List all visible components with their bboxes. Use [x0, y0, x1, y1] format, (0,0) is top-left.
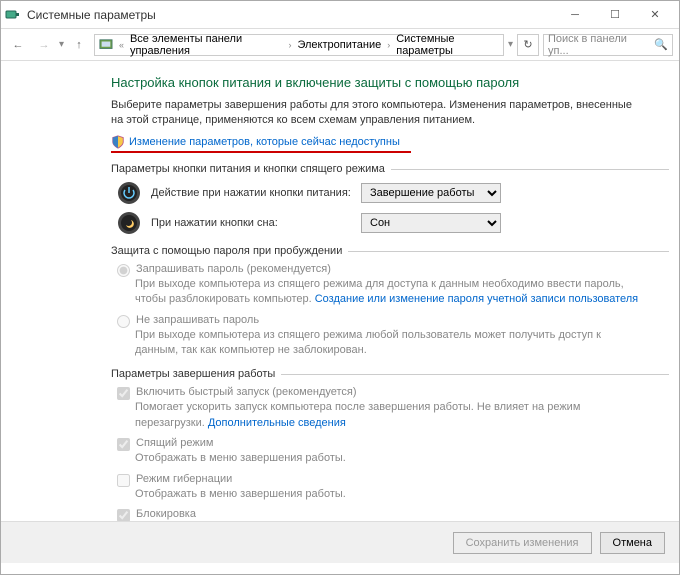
- fast-startup-checkbox: [117, 387, 130, 400]
- hibernate-desc: Отображать в меню завершения работы.: [135, 487, 639, 502]
- section-shutdown-title: Параметры завершения работы: [111, 368, 639, 380]
- forward-button[interactable]: →: [33, 34, 55, 56]
- refresh-button[interactable]: ↻: [517, 34, 539, 56]
- page-description: Выберите параметры завершения работы для…: [111, 98, 639, 129]
- chevron-icon: ›: [288, 40, 291, 50]
- sleep-block: Спящий режим Отображать в меню завершени…: [117, 437, 639, 466]
- password-require-desc: При выходе компьютера из спящего режима …: [135, 277, 639, 308]
- save-button: Сохранить изменения: [453, 532, 592, 554]
- titlebar: Системные параметры ─ ☐ ✕: [1, 1, 679, 29]
- navbar: ← → ▾ ↑ « Все элементы панели управления…: [1, 29, 679, 61]
- power-button-label: Действие при нажатии кнопки питания:: [151, 187, 351, 199]
- fast-startup-desc: Помогает ускорить запуск компьютера посл…: [135, 400, 639, 431]
- hibernate-label: Режим гибернации: [136, 473, 232, 485]
- sleep-button-label: При нажатии кнопки сна:: [151, 217, 351, 229]
- section-password-title: Защита с помощью пароля при пробуждении: [111, 245, 639, 257]
- password-norequire-desc: При выходе компьютера из спящего режима …: [135, 328, 639, 359]
- section-buttons-title: Параметры кнопки питания и кнопки спящег…: [111, 163, 639, 175]
- breadcrumb-item[interactable]: Электропитание: [297, 39, 381, 51]
- sleep-button-select[interactable]: Сон: [361, 213, 501, 233]
- highlight-underline: [111, 151, 411, 153]
- password-norequire-label: Не запрашивать пароль: [136, 314, 259, 326]
- hibernate-checkbox: [117, 474, 130, 487]
- password-opt1: Запрашивать пароль (рекомендуется) При в…: [117, 263, 639, 308]
- sleep-button-row: При нажатии кнопки сна: Сон: [117, 211, 639, 235]
- chevron-icon: «: [119, 40, 124, 50]
- up-button[interactable]: ↑: [68, 34, 90, 56]
- password-require-label: Запрашивать пароль (рекомендуется): [136, 263, 331, 275]
- content-area: Настройка кнопок питания и включение защ…: [1, 61, 679, 521]
- footer: Сохранить изменения Отмена: [1, 521, 679, 563]
- password-norequire-radio: [117, 315, 130, 328]
- password-opt2: Не запрашивать пароль При выходе компьют…: [117, 314, 639, 359]
- lock-label: Блокировка: [136, 508, 196, 520]
- fast-startup-block: Включить быстрый запуск (рекомендуется) …: [117, 386, 639, 431]
- breadcrumb-dropdown[interactable]: ▾: [508, 39, 513, 50]
- back-button[interactable]: ←: [7, 34, 29, 56]
- shield-icon: [111, 135, 125, 149]
- hibernate-block: Режим гибернации Отображать в меню завер…: [117, 473, 639, 502]
- close-button[interactable]: ✕: [635, 1, 675, 29]
- lock-checkbox: [117, 509, 130, 521]
- chevron-icon: ›: [387, 40, 390, 50]
- breadcrumb-item[interactable]: Системные параметры: [396, 33, 499, 57]
- sleep-checkbox: [117, 438, 130, 451]
- breadcrumb-item[interactable]: Все элементы панели управления: [130, 33, 283, 57]
- sleep-desc: Отображать в меню завершения работы.: [135, 451, 639, 466]
- admin-link-row: Изменение параметров, которые сейчас нед…: [111, 135, 639, 149]
- password-require-radio: [117, 264, 130, 277]
- search-input[interactable]: Поиск в панели уп... 🔍: [543, 34, 673, 56]
- sleep-label: Спящий режим: [136, 437, 213, 449]
- create-password-link[interactable]: Создание или изменение пароля учетной за…: [315, 293, 638, 305]
- cancel-button[interactable]: Отмена: [600, 532, 665, 554]
- fast-startup-link[interactable]: Дополнительные сведения: [208, 417, 346, 429]
- search-icon: 🔍: [654, 38, 668, 51]
- minimize-button[interactable]: ─: [555, 1, 595, 29]
- history-dropdown[interactable]: ▾: [59, 39, 64, 50]
- power-button-row: Действие при нажатии кнопки питания: Зав…: [117, 181, 639, 205]
- power-button-icon: [117, 181, 141, 205]
- breadcrumb[interactable]: « Все элементы панели управления › Элект…: [94, 34, 504, 56]
- lock-block: Блокировка Отображать в меню аватара.: [117, 508, 639, 521]
- window-title: Системные параметры: [27, 8, 555, 22]
- maximize-button[interactable]: ☐: [595, 1, 635, 29]
- power-options-icon: [5, 7, 21, 23]
- power-button-select[interactable]: Завершение работы: [361, 183, 501, 203]
- page-heading: Настройка кнопок питания и включение защ…: [111, 75, 639, 90]
- control-panel-icon: [99, 37, 113, 53]
- fast-startup-label: Включить быстрый запуск (рекомендуется): [136, 386, 357, 398]
- search-placeholder: Поиск в панели уп...: [548, 33, 650, 57]
- admin-link[interactable]: Изменение параметров, которые сейчас нед…: [129, 136, 400, 148]
- sleep-button-icon: [117, 211, 141, 235]
